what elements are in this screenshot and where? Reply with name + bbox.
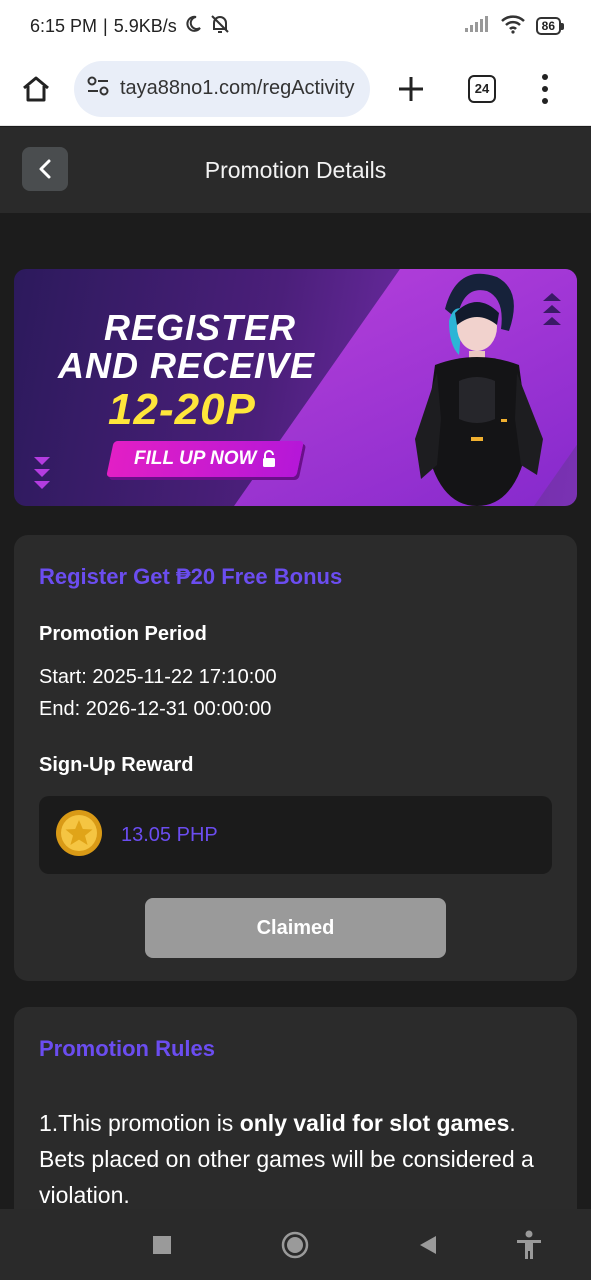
address-bar[interactable]: taya88no1.com/regActivity xyxy=(74,60,370,117)
unlock-icon xyxy=(262,450,276,468)
home-icon xyxy=(23,76,49,101)
home-nav-button[interactable] xyxy=(281,1231,309,1259)
status-bar: 6:15 PM | 5.9KB/s 86 xyxy=(0,0,591,52)
browser-toolbar: taya88no1.com/regActivity 24 xyxy=(0,52,591,126)
promotion-title: Register Get ₱20 Free Bonus xyxy=(39,564,343,589)
bell-off-icon xyxy=(209,13,231,40)
status-time: 6:15 PM xyxy=(30,15,98,36)
square-icon xyxy=(153,1236,171,1254)
signal-icon xyxy=(464,15,490,38)
site-settings-icon[interactable] xyxy=(86,75,110,102)
battery-indicator: 86 xyxy=(535,17,565,35)
system-navigation-bar xyxy=(0,1209,591,1280)
status-right: 86 xyxy=(464,14,565,39)
tab-switcher-button[interactable]: 24 xyxy=(468,74,496,103)
wifi-icon xyxy=(500,14,526,39)
url-text: taya88no1.com/regActivity xyxy=(120,77,355,99)
promotion-banner[interactable]: REGISTER AND RECEIVE 12-20P FILL UP NOW xyxy=(14,269,577,506)
banner-headline-1: REGISTER xyxy=(104,307,297,348)
character-illustration xyxy=(397,269,557,506)
sign-up-reward-label: Sign-Up Reward xyxy=(39,754,194,776)
status-left: 6:15 PM | 5.9KB/s xyxy=(30,13,231,40)
chevron-left-icon xyxy=(39,159,51,179)
rule-1-emphasis: only valid for slot games xyxy=(239,1110,510,1136)
promotion-rules-title: Promotion Rules xyxy=(39,1036,216,1061)
menu-dot xyxy=(542,73,548,80)
back-button[interactable] xyxy=(22,147,68,191)
home-button[interactable] xyxy=(16,69,56,109)
triangle-back-icon xyxy=(420,1236,436,1254)
banner-headline-2: AND RECEIVE xyxy=(58,345,316,386)
fill-up-now-button[interactable]: FILL UP NOW xyxy=(106,441,304,477)
circle-icon xyxy=(281,1231,309,1259)
reward-amount: 13.05 PHP xyxy=(121,823,218,846)
gold-coin-icon xyxy=(55,809,103,862)
accessibility-icon xyxy=(517,1230,541,1259)
menu-dot xyxy=(542,97,548,104)
reward-box: 13.05 PHP xyxy=(39,796,552,874)
plus-icon xyxy=(399,76,423,101)
rule-item-1: 1.This promotion is only valid for slot … xyxy=(39,1105,559,1213)
banner-headline-amount: 12-20P xyxy=(108,385,256,434)
promotion-end: End: 2026-12-31 00:00:00 xyxy=(39,698,272,720)
moon-icon xyxy=(183,14,203,39)
chevrons-down-icon xyxy=(32,455,52,491)
recents-button[interactable] xyxy=(148,1231,176,1259)
page-header: Promotion Details xyxy=(0,127,591,213)
promotion-info-card: Register Get ₱20 Free Bonus Promotion Pe… xyxy=(14,535,577,981)
fill-up-now-label: FILL UP NOW xyxy=(133,448,257,469)
new-tab-button[interactable] xyxy=(394,72,428,106)
menu-dot xyxy=(542,85,548,92)
page-title: Promotion Details xyxy=(204,156,387,183)
status-speed: 5.9KB/s xyxy=(113,15,177,36)
claimed-button[interactable]: Claimed xyxy=(145,898,446,958)
rule-1-prefix: 1.This promotion is xyxy=(39,1110,240,1136)
browser-menu-button[interactable] xyxy=(540,73,550,104)
status-separator: | xyxy=(103,15,108,36)
back-nav-button[interactable] xyxy=(413,1231,441,1259)
accessibility-button[interactable] xyxy=(515,1230,543,1259)
promotion-period-label: Promotion Period xyxy=(39,623,207,645)
promotion-start: Start: 2025-11-22 17:10:00 xyxy=(39,666,277,688)
